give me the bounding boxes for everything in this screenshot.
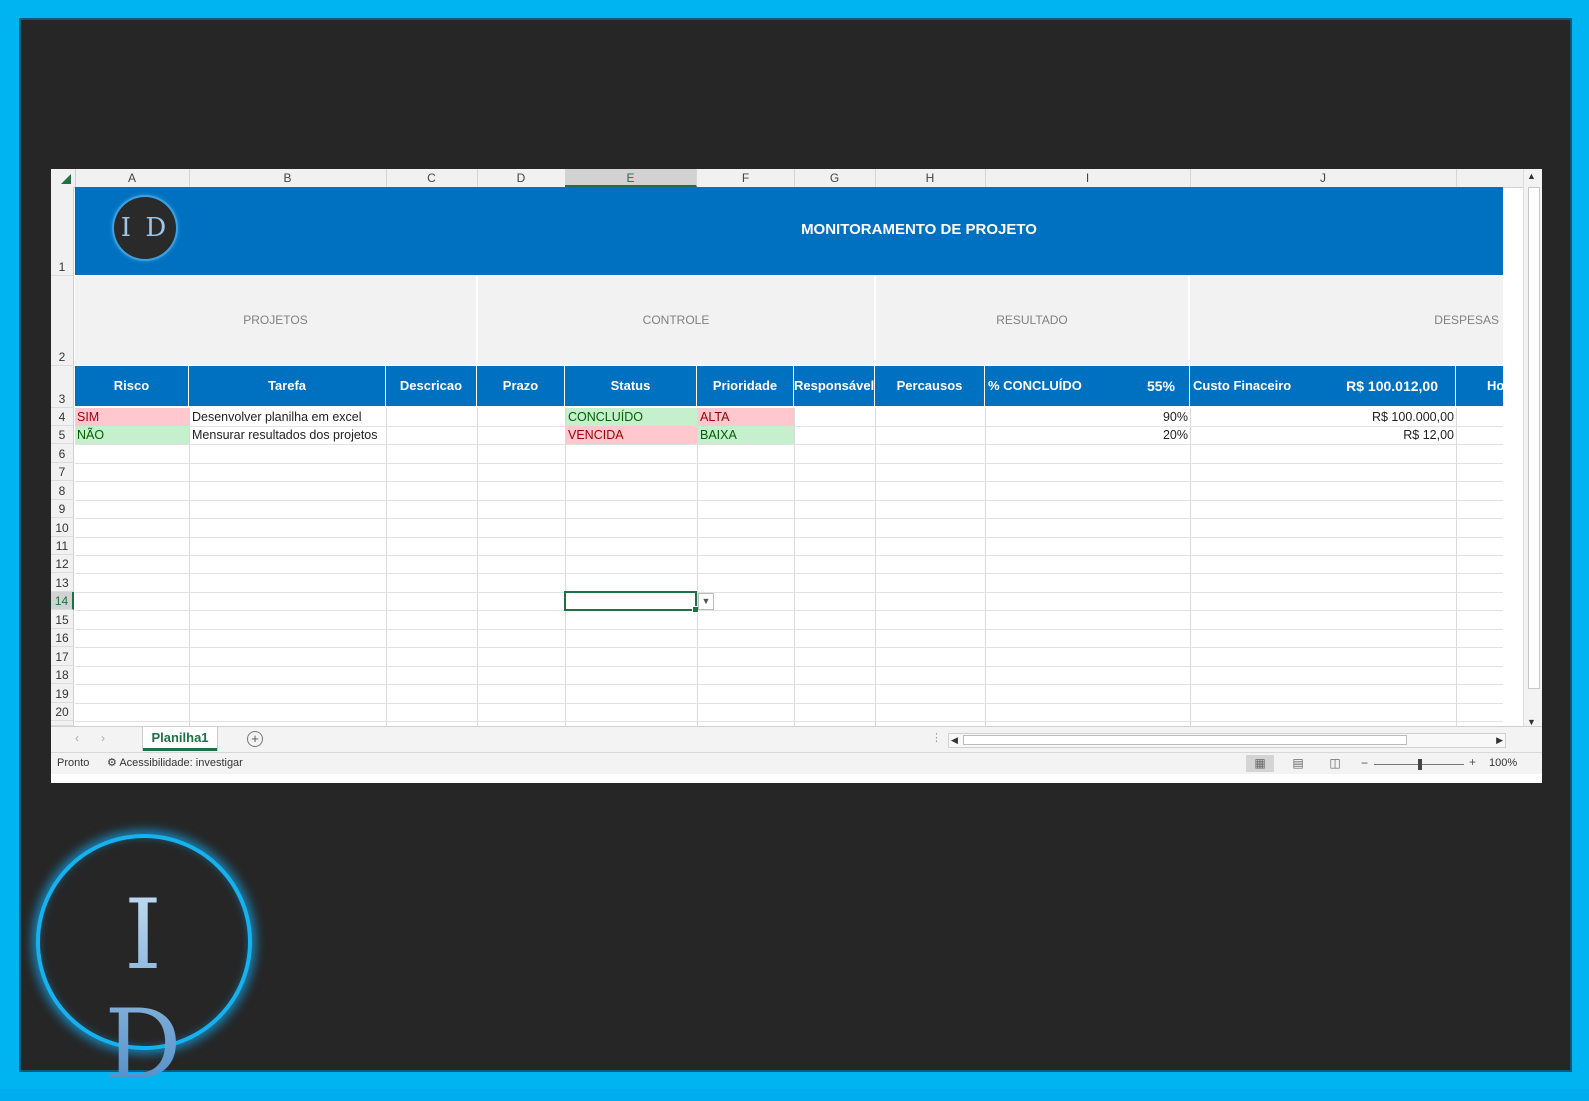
row-header[interactable]: 18 <box>51 666 74 684</box>
section-groups: PROJETOS CONTROLE RESULTADO DESPESAS <box>75 276 1503 365</box>
dropdown-arrow-icon[interactable]: ▼ <box>698 593 714 610</box>
scroll-up-icon[interactable]: ▲ <box>1527 171 1536 181</box>
tab-prev-icon[interactable]: ‹ <box>75 731 79 745</box>
column-header-h[interactable]: H <box>875 169 986 187</box>
cell-tarefa[interactable]: Desenvolver planilha em excel <box>190 408 386 426</box>
column-header-c[interactable]: C <box>386 169 478 187</box>
row-header[interactable]: 2 <box>51 276 74 366</box>
row-header[interactable]: 15 <box>51 610 74 629</box>
tab-next-icon[interactable]: › <box>101 731 105 745</box>
scroll-right-icon[interactable]: ▶ <box>1496 734 1503 747</box>
row-header[interactable]: 12 <box>51 555 74 573</box>
status-bar: Pronto ⚙ Acessibilidade: investigar ▦ ▤ … <box>51 752 1542 774</box>
horizontal-scroll-thumb[interactable] <box>963 735 1407 745</box>
zoom-level[interactable]: 100% <box>1489 757 1517 769</box>
accessibility-icon: ⚙ <box>107 757 117 769</box>
column-header-row: A B C D E F G H I J <box>51 169 1542 188</box>
header-prazo[interactable]: Prazo <box>477 366 565 406</box>
cell-prioridade[interactable]: ALTA <box>698 408 794 426</box>
row-header[interactable]: 3 <box>51 366 74 408</box>
group-projetos: PROJETOS <box>75 276 478 365</box>
column-header-e[interactable]: E <box>565 169 697 187</box>
title-banner: I D MONITORAMENTO DE PROJETO <box>75 187 1503 275</box>
header-next[interactable]: Ho <box>1456 366 1503 406</box>
normal-view-icon[interactable]: ▦ <box>1246 755 1274 772</box>
row-header[interactable]: 16 <box>51 629 74 647</box>
vertical-scroll-thumb[interactable] <box>1528 187 1540 689</box>
header-custo[interactable]: Custo Finaceiro R$ 100.012,00 <box>1190 366 1456 406</box>
header-risco[interactable]: Risco <box>75 366 189 406</box>
cell-percent[interactable]: 90% <box>986 408 1190 426</box>
page-layout-view-icon[interactable]: ▤ <box>1284 755 1312 772</box>
row-header[interactable]: 4 <box>51 408 74 426</box>
group-controle: CONTROLE <box>478 276 876 365</box>
header-responsavel[interactable]: Responsável <box>794 366 875 406</box>
zoom-out-icon[interactable]: − <box>1361 756 1368 770</box>
column-header-b[interactable]: B <box>189 169 387 187</box>
row-header[interactable]: 20 <box>51 703 74 721</box>
cell-custo[interactable]: R$ 100.000,00 <box>1191 408 1456 426</box>
header-prioridade[interactable]: Prioridade <box>697 366 794 406</box>
cell-percent[interactable]: 20% <box>986 426 1190 444</box>
zoom-slider-knob[interactable] <box>1418 759 1422 770</box>
cell-custo[interactable]: R$ 12,00 <box>1191 426 1456 444</box>
table-header: Risco Tarefa Descricao Prazo Status Prio… <box>75 366 1503 406</box>
sheet-tab-planilha1[interactable]: Planilha1 <box>143 727 217 751</box>
row-header[interactable]: 19 <box>51 684 74 703</box>
plus-circle-icon[interactable]: + <box>247 731 263 747</box>
header-descricao[interactable]: Descricao <box>386 366 477 406</box>
column-header-j[interactable]: J <box>1190 169 1457 187</box>
brand-logo-text: I D <box>40 880 248 1100</box>
row-header[interactable]: 11 <box>51 537 74 555</box>
row-header[interactable]: 1 <box>51 187 74 276</box>
column-header-f[interactable]: F <box>697 169 795 187</box>
header-concluido[interactable]: % CONCLUÍDO 55% <box>985 366 1190 406</box>
row-header[interactable]: 17 <box>51 647 74 666</box>
outer-frame: A B C D E F G H I J 1 2 3 4 5 6 7 8 9 10… <box>0 0 1589 1100</box>
row-header-selected[interactable]: 14 <box>51 592 74 610</box>
page-break-view-icon[interactable]: ◫ <box>1321 755 1349 772</box>
active-cell[interactable] <box>564 591 699 613</box>
cell-risco[interactable]: SIM <box>75 408 189 426</box>
header-status[interactable]: Status <box>565 366 697 406</box>
header-tarefa[interactable]: Tarefa <box>189 366 386 406</box>
row-header[interactable]: 7 <box>51 463 74 481</box>
column-header-a[interactable]: A <box>75 169 190 187</box>
cell-grid[interactable]: SIM Desenvolver planilha em excel CONCLU… <box>75 408 1503 728</box>
zoom-in-icon[interactable]: + <box>1469 755 1476 769</box>
header-percausos[interactable]: Percausos <box>875 366 985 406</box>
status-ready: Pronto <box>57 757 90 769</box>
accessibility-status[interactable]: ⚙ Acessibilidade: investigar <box>107 756 243 769</box>
column-header-i[interactable]: I <box>985 169 1191 187</box>
group-resultado: RESULTADO <box>876 276 1190 365</box>
row-header[interactable]: 8 <box>51 481 74 500</box>
brand-logo: I D <box>36 834 252 1100</box>
column-header-g[interactable]: G <box>794 169 876 187</box>
cell-risco[interactable]: NÃO <box>75 426 189 444</box>
header-custo-total: R$ 100.012,00 <box>1346 378 1438 394</box>
horizontal-scrollbar[interactable]: ◀ ▶ <box>948 733 1506 748</box>
splitter-icon[interactable]: ⋮ <box>931 731 942 744</box>
header-custo-label: Custo Finaceiro <box>1193 378 1292 393</box>
row-header[interactable]: 9 <box>51 500 74 518</box>
cell-tarefa[interactable]: Mensurar resultados dos projetos <box>190 426 386 444</box>
excel-window: A B C D E F G H I J 1 2 3 4 5 6 7 8 9 10… <box>51 169 1542 783</box>
row-header[interactable]: 5 <box>51 426 74 444</box>
cell-status[interactable]: VENCIDA <box>566 426 697 444</box>
vertical-scrollbar[interactable]: ▲ ▼ <box>1523 169 1542 729</box>
page-title: MONITORAMENTO DE PROJETO <box>801 221 1037 238</box>
cell-status[interactable]: CONCLUÍDO <box>566 408 697 426</box>
row-header[interactable]: 13 <box>51 573 74 592</box>
header-concluido-total: 55% <box>1146 378 1175 394</box>
accessibility-label: Acessibilidade: investigar <box>119 757 243 769</box>
row-header[interactable]: 6 <box>51 444 74 463</box>
cell-prioridade[interactable]: BAIXA <box>698 426 794 444</box>
scroll-left-icon[interactable]: ◀ <box>951 734 958 747</box>
row-header[interactable]: 10 <box>51 518 74 537</box>
header-concluido-label: % CONCLUÍDO <box>988 378 1082 393</box>
sheet-tab-bar: ‹ › Planilha1 + ⋮ ◀ ▶ <box>51 726 1542 752</box>
group-despesas: DESPESAS <box>1434 313 1499 327</box>
column-header-d[interactable]: D <box>477 169 566 187</box>
select-all-button[interactable] <box>51 169 76 187</box>
